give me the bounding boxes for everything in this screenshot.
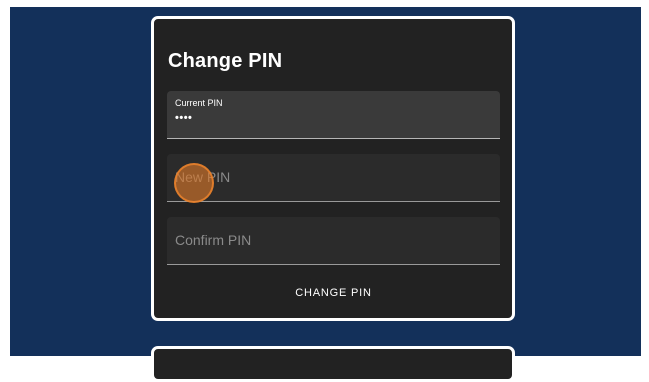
change-pin-card: Change PIN Current PIN •••• New PIN Conf…	[151, 16, 515, 321]
confirm-pin-placeholder: Confirm PIN	[175, 232, 252, 248]
confirm-pin-field[interactable]: Confirm PIN	[167, 217, 500, 265]
next-card-edge	[151, 346, 515, 382]
card-title: Change PIN	[168, 50, 283, 72]
new-pin-field[interactable]: New PIN	[167, 154, 500, 202]
new-pin-placeholder: New PIN	[175, 169, 231, 185]
current-pin-field[interactable]: Current PIN ••••	[167, 91, 500, 139]
current-pin-label: Current PIN	[175, 98, 223, 108]
current-pin-input[interactable]: ••••	[175, 112, 475, 124]
change-pin-button[interactable]: CHANGE PIN	[167, 277, 500, 309]
